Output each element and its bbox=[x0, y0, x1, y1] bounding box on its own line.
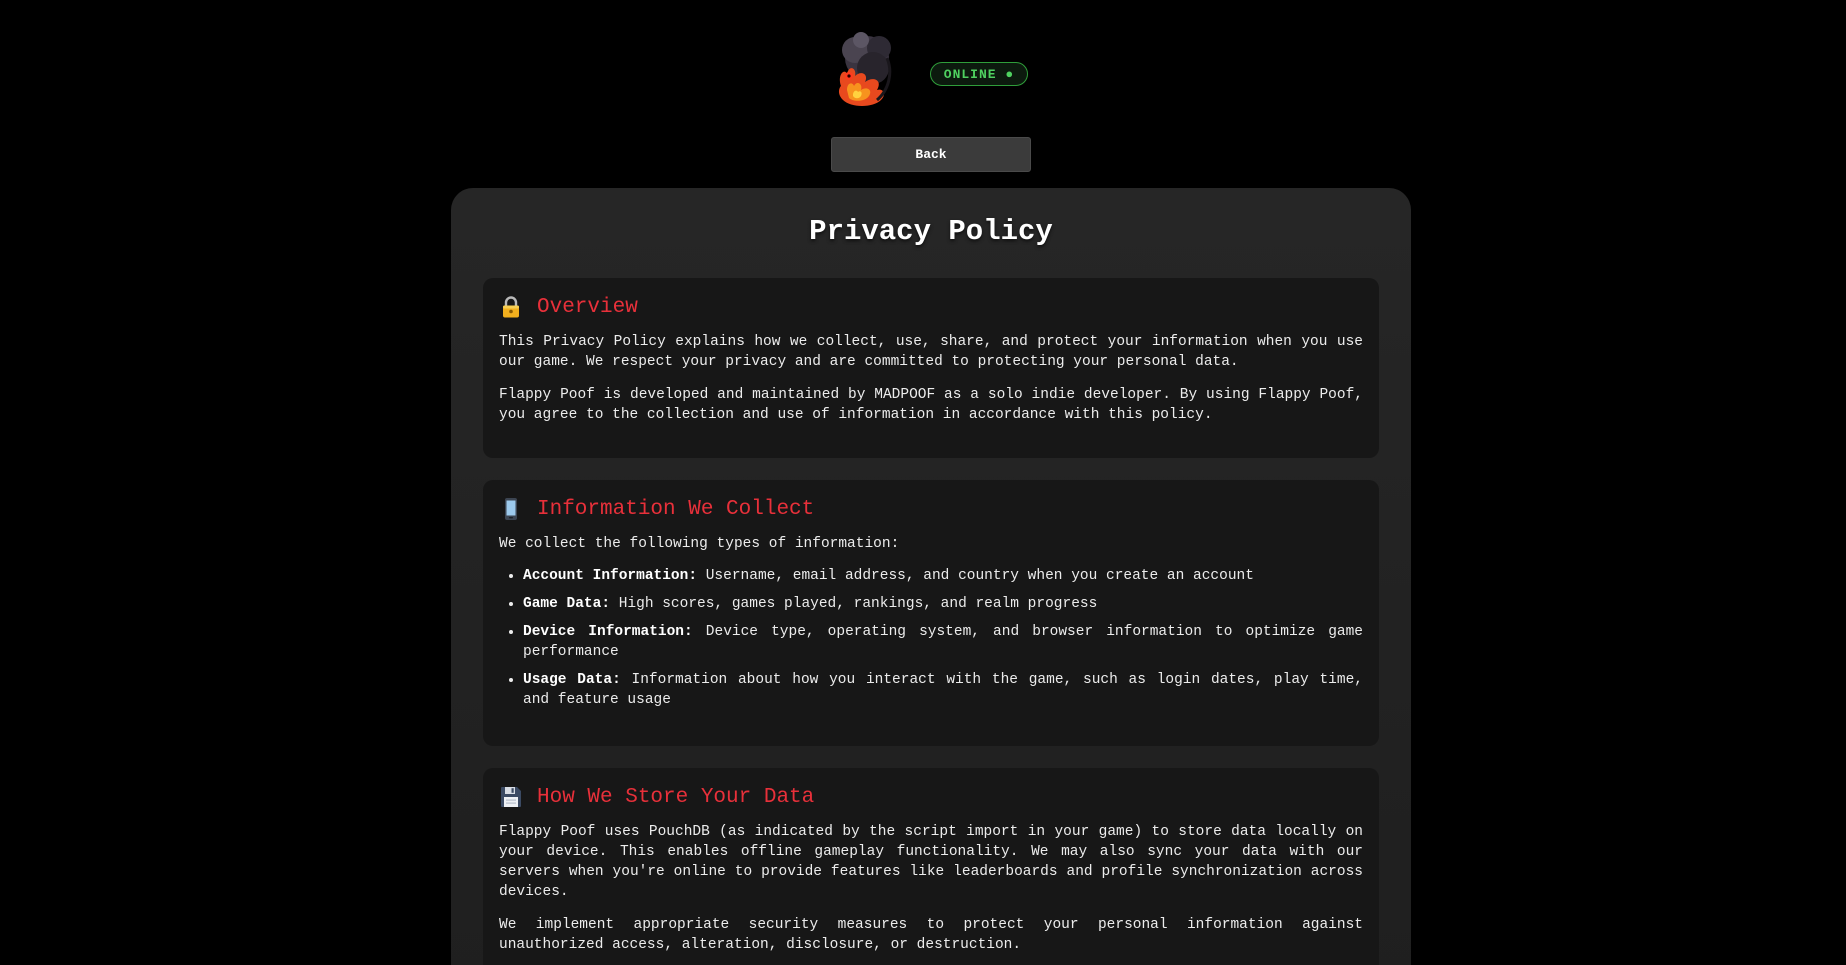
collect-intro: We collect the following types of inform… bbox=[499, 536, 900, 552]
content-panel: Privacy Policy Overview This Privacy Pol… bbox=[451, 188, 1411, 965]
back-button[interactable]: Back bbox=[831, 137, 1031, 172]
list-item-text: Information about how you interact with … bbox=[523, 672, 1363, 708]
privacy-policy-page: ONLINE ● Back Privacy Policy Overview Th… bbox=[0, 0, 1846, 965]
overview-paragraph: This Privacy Policy explains how we coll… bbox=[499, 334, 1363, 370]
storage-paragraph: Flappy Poof uses PouchDB (as indicated b… bbox=[499, 824, 1363, 900]
list-item-label: Game Data: bbox=[523, 596, 611, 612]
section-heading: Information We Collect bbox=[499, 496, 1363, 522]
list-item-label: Usage Data: bbox=[523, 672, 621, 688]
lock-icon bbox=[499, 295, 523, 319]
section-overview: Overview This Privacy Policy explains ho… bbox=[483, 278, 1379, 458]
section-information-we-collect: Information We Collect We collect the fo… bbox=[483, 480, 1379, 746]
list-item: Game Data: High scores, games played, ra… bbox=[523, 594, 1363, 614]
header: ONLINE ● bbox=[0, 28, 1846, 114]
list-item-label: Account Information: bbox=[523, 568, 698, 584]
list-item: Account Information: Username, email add… bbox=[523, 566, 1363, 586]
overview-paragraph: Flappy Poof is developed and maintained … bbox=[499, 387, 1363, 423]
section-title: How We Store Your Data bbox=[537, 785, 815, 809]
flame-skull-logo bbox=[827, 28, 905, 110]
list-item-label: Device Information: bbox=[523, 624, 693, 640]
list-item-text: Username, email address, and country whe… bbox=[697, 568, 1254, 584]
list-item-text: High scores, games played, rankings, and… bbox=[610, 596, 1098, 612]
section-title: Overview bbox=[537, 295, 638, 319]
section-heading: How We Store Your Data bbox=[499, 784, 1363, 810]
collect-list: Account Information: Username, email add… bbox=[499, 566, 1363, 710]
list-item: Usage Data: Information about how you in… bbox=[523, 670, 1363, 710]
floppy-disk-icon bbox=[499, 785, 523, 809]
list-item: Device Information: Device type, operati… bbox=[523, 622, 1363, 662]
mobile-phone-icon bbox=[499, 497, 523, 521]
section-title: Information We Collect bbox=[537, 497, 815, 521]
section-heading: Overview bbox=[499, 294, 1363, 320]
online-status-badge: ONLINE ● bbox=[930, 62, 1028, 86]
page-title: Privacy Policy bbox=[809, 215, 1053, 248]
storage-paragraph: We implement appropriate security measur… bbox=[499, 917, 1363, 953]
section-how-we-store-your-data: How We Store Your Data Flappy Poof uses … bbox=[483, 768, 1379, 965]
